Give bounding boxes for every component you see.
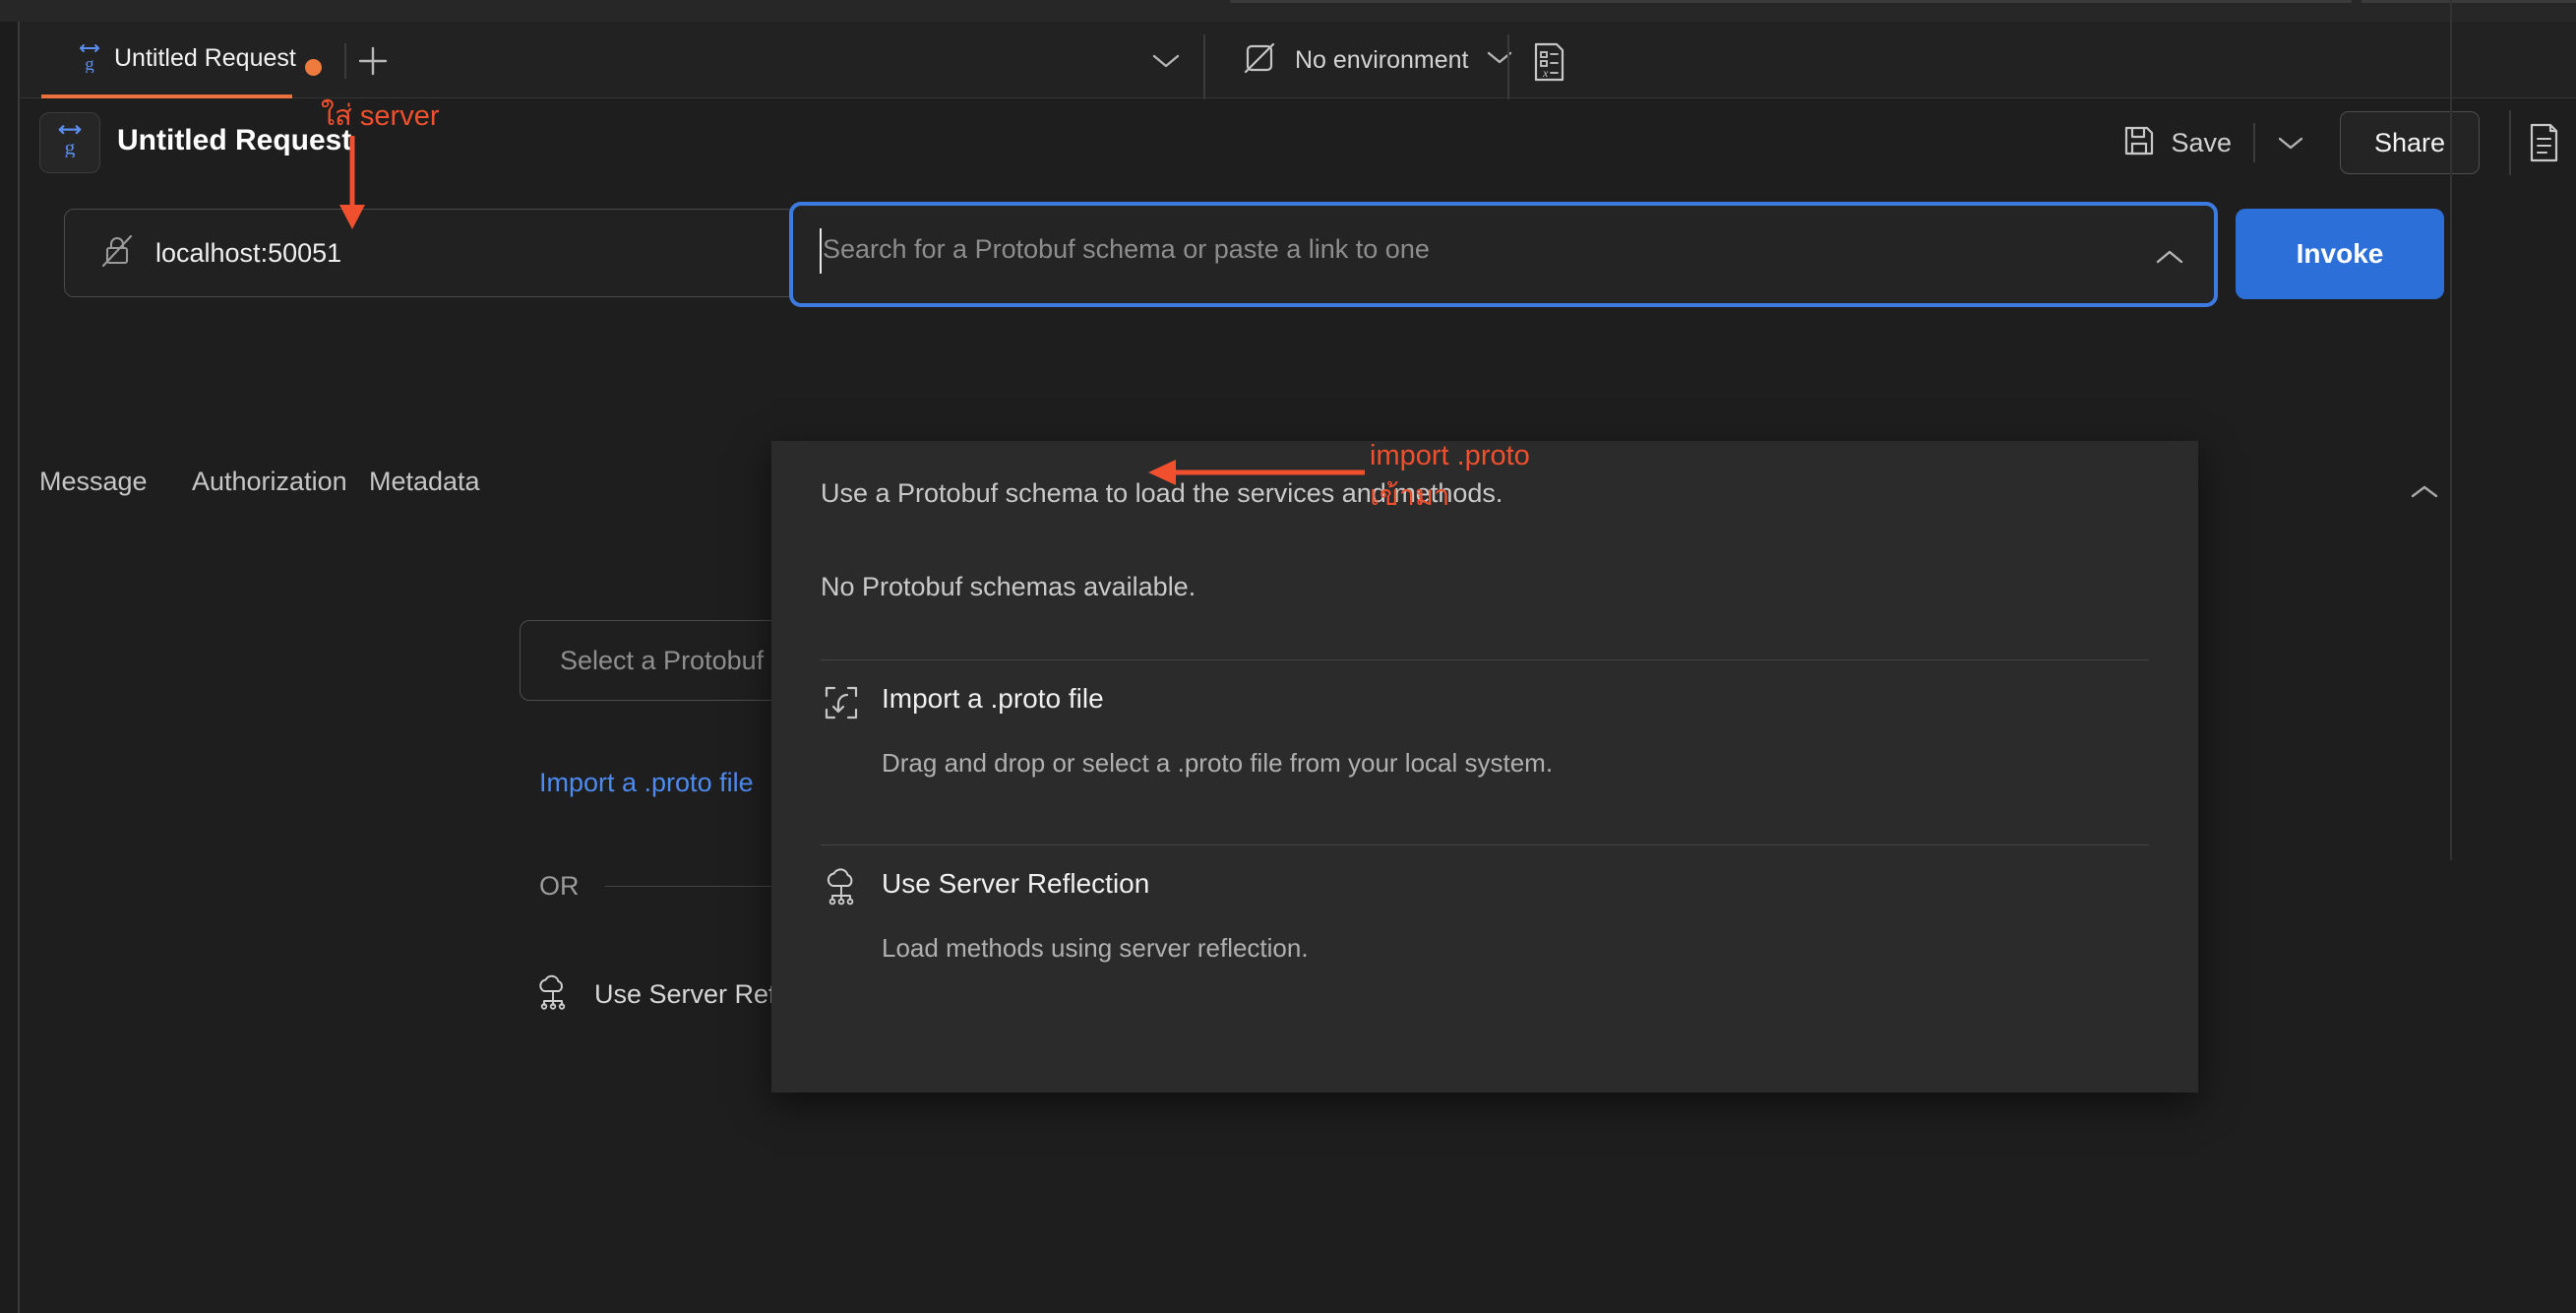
schema-search-placeholder: Search for a Protobuf schema or paste a … bbox=[823, 234, 1430, 264]
right-panel-divider bbox=[2450, 0, 2452, 860]
svg-text:g: g bbox=[85, 54, 94, 73]
tab-bar: g Untitled Request No environment x bbox=[20, 22, 2576, 99]
chevron-up-icon[interactable] bbox=[2147, 236, 2192, 278]
tab-divider bbox=[344, 43, 346, 79]
app-window: g Untitled Request No environment x g Un… bbox=[0, 0, 2576, 1313]
new-tab-button[interactable] bbox=[352, 41, 394, 81]
tab-message[interactable]: Message bbox=[39, 467, 148, 497]
environment-label: No environment bbox=[1295, 45, 1469, 74]
tab-metadata[interactable]: Metadata bbox=[369, 467, 480, 497]
dropdown-item-import-proto[interactable]: Import a .proto file Drag and drop or se… bbox=[771, 677, 2198, 844]
top-strip-highlight bbox=[1230, 0, 2352, 3]
environment-variables-button[interactable]: x bbox=[1525, 40, 1572, 84]
dropdown-separator-2 bbox=[821, 844, 2149, 845]
svg-text:x: x bbox=[1542, 66, 1549, 80]
tab-untitled-request[interactable]: g Untitled Request bbox=[41, 22, 296, 98]
dropdown-empty-state: No Protobuf schemas available. bbox=[821, 572, 1196, 601]
annotation-arrow-down bbox=[333, 133, 372, 239]
annotation-arrow-left bbox=[1146, 453, 1368, 497]
dropdown-separator-1 bbox=[821, 659, 2149, 660]
server-reflection-icon bbox=[821, 867, 862, 908]
save-label: Save bbox=[2171, 127, 2232, 157]
server-reflection-icon bbox=[533, 974, 573, 1015]
import-file-icon bbox=[821, 682, 862, 723]
top-strip-highlight-right bbox=[2361, 0, 2576, 3]
page-title: Untitled Request bbox=[117, 124, 352, 156]
share-label: Share bbox=[2373, 127, 2446, 157]
tabbar-separator bbox=[1203, 34, 1205, 99]
invoke-button[interactable]: Invoke bbox=[2236, 209, 2444, 299]
insecure-lock-icon bbox=[100, 233, 134, 274]
window-top-strip bbox=[0, 0, 2576, 22]
save-options-button[interactable] bbox=[2265, 121, 2316, 164]
collapse-panel-button[interactable] bbox=[2401, 472, 2448, 512]
tab-authorization[interactable]: Authorization bbox=[192, 467, 347, 497]
save-button[interactable]: Save bbox=[2110, 113, 2243, 173]
header-divider bbox=[2253, 123, 2255, 162]
server-url-value: localhost:50051 bbox=[155, 237, 342, 268]
annotation-text-import: import .proto เข้ามา bbox=[1370, 440, 1530, 518]
tab-label: Untitled Request bbox=[114, 43, 296, 72]
request-grpc-icon-box: g bbox=[39, 112, 100, 173]
dropdown-item-description: Load methods using server reflection. bbox=[882, 933, 1309, 963]
floppy-disk-icon bbox=[2121, 123, 2157, 163]
select-protobuf-file-label: Select a Protobuf file bbox=[560, 645, 806, 675]
header-actions: Save Share bbox=[2110, 99, 2576, 186]
invoke-label: Invoke bbox=[2296, 238, 2384, 269]
dropdown-item-description: Drag and drop or select a .proto file fr… bbox=[882, 748, 1554, 778]
dropdown-item-server-reflection[interactable]: Use Server Reflection Load methods using… bbox=[771, 862, 2198, 1030]
or-label: OR bbox=[539, 871, 580, 901]
environment-separator bbox=[1507, 34, 1509, 99]
schema-search-input[interactable]: Search for a Protobuf schema or paste a … bbox=[789, 202, 2218, 307]
grpc-icon: g bbox=[55, 124, 85, 162]
text-cursor bbox=[820, 228, 822, 274]
schema-dropdown-panel: Use a Protobuf schema to load the servic… bbox=[771, 441, 2198, 1093]
import-proto-link[interactable]: Import a .proto file bbox=[539, 768, 754, 798]
dropdown-item-title: Import a .proto file bbox=[882, 683, 1104, 714]
svg-text:g: g bbox=[65, 135, 76, 156]
unsaved-indicator-dot bbox=[305, 59, 322, 76]
grpc-icon: g bbox=[77, 43, 102, 75]
tab-list-overflow-button[interactable] bbox=[1127, 41, 1205, 81]
annotation-line-1: import .proto bbox=[1370, 440, 1530, 471]
dropdown-item-title: Use Server Reflection bbox=[882, 868, 1150, 899]
annotation-line-2: เข้ามา bbox=[1370, 480, 1450, 512]
no-environment-icon bbox=[1242, 40, 1277, 81]
share-button[interactable]: Share bbox=[2340, 111, 2480, 174]
documentation-button[interactable] bbox=[2511, 115, 2576, 170]
environment-selector[interactable]: No environment bbox=[1216, 22, 1513, 98]
url-row: localhost:50051 Search for a Protobuf sc… bbox=[20, 187, 2576, 320]
left-gutter bbox=[0, 22, 18, 1313]
server-url-input[interactable]: localhost:50051 bbox=[64, 209, 797, 297]
chevron-down-icon bbox=[1486, 49, 1513, 71]
annotation-text-server: ใส่ server bbox=[321, 100, 440, 132]
